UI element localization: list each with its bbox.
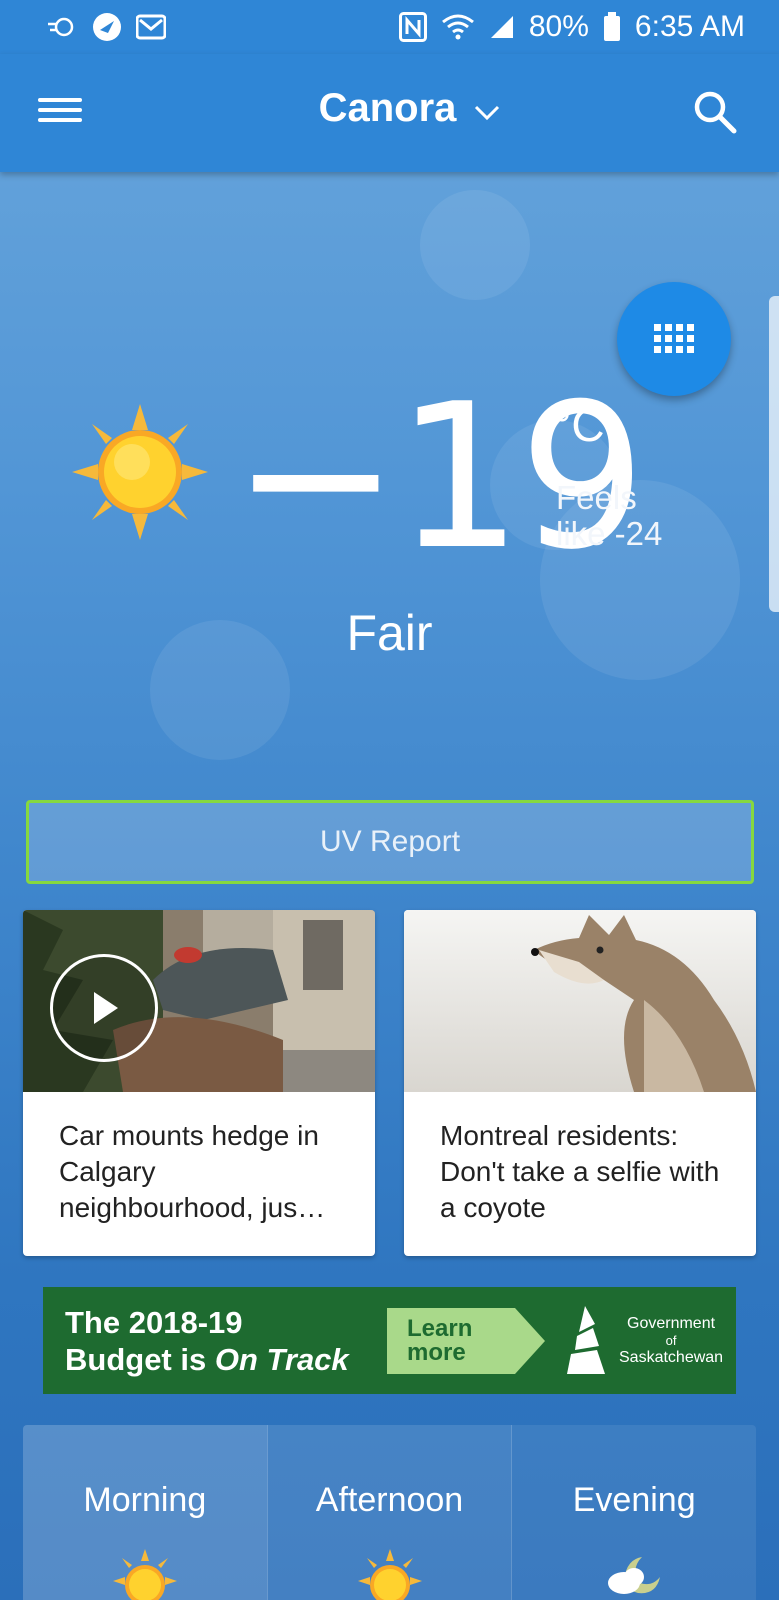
status-bar-right: 80% 6:35 AM [398,10,745,44]
play-video-button[interactable] [50,954,158,1062]
feels-like: Feels like -24 [556,480,662,552]
forecast-tabs: Morning Afternoon Evening [23,1425,756,1600]
nfc-icon [398,12,427,42]
sun-icon [72,404,208,540]
news-card[interactable]: Montreal residents: Don't take a selfie … [404,910,756,1256]
uv-report-button[interactable]: UV Report [26,800,754,884]
feels-like-line1: Feels [556,479,637,516]
uv-report-label: UV Report [319,825,461,858]
ad-gov-line1: Government [627,1314,716,1332]
sync-cloud-icon [46,12,78,42]
signal-icon [489,12,515,42]
ad-headline: The 2018-19 Budget is On Track [43,1304,373,1378]
feels-like-line2: like -24 [556,515,663,552]
sun-icon [112,1549,177,1600]
search-icon [694,91,737,134]
status-bar: 80% 6:35 AM [0,0,779,54]
battery-icon [603,12,621,42]
forecast-evening[interactable]: Evening [511,1425,756,1600]
ad-line2-start: Budget is [65,1341,215,1377]
news-title: Montreal residents: Don't take a selfie … [440,1120,720,1223]
news-thumbnail [23,910,375,1092]
ad-line1: The 2018-19 [65,1304,243,1340]
ad-line2-emphasis: On Track [214,1341,349,1377]
ad-button-line1: Learn [407,1314,473,1342]
wifi-icon [441,12,475,42]
ad-gov-line3: Saskatchewan [619,1348,724,1366]
scroll-handle[interactable] [769,296,779,612]
navigation-icon [92,12,122,42]
location-selector[interactable]: Canora [0,86,779,131]
ad-button-line2: more [407,1338,466,1366]
news-card[interactable]: Car mounts hedge in Calgary neighbourhoo… [23,910,375,1256]
ad-sponsor: Government of Saskatchewan [565,1305,723,1376]
sun-icon [357,1549,422,1600]
forecast-afternoon[interactable]: Afternoon [266,1425,512,1600]
partly-cloudy-night-icon [602,1549,666,1600]
search-button[interactable] [693,90,737,134]
ad-sponsor-text: Government of Saskatchewan [619,1314,723,1368]
temperature-unit: °C [553,399,605,451]
current-condition: Fair [346,605,433,661]
city-name: Canora [318,86,457,130]
news-title: Car mounts hedge in Calgary neighbourhoo… [59,1120,326,1223]
status-bar-left [46,12,166,42]
forecast-morning[interactable]: Morning [23,1425,267,1600]
bokeh-light [420,190,530,300]
app-bar: Canora [0,54,779,172]
ad-banner[interactable]: The 2018-19 Budget is On Track Learn mor… [43,1287,736,1394]
chevron-down-icon [474,86,500,131]
ad-learn-more-button[interactable]: Learn more [387,1307,545,1374]
play-icon [94,992,118,1024]
forecast-label: Morning [83,1481,207,1519]
gmail-icon [136,12,166,42]
forecast-label: Afternoon [315,1481,464,1519]
status-time: 6:35 AM [634,10,745,43]
forecast-label: Evening [572,1481,696,1519]
battery-percent: 80% [528,10,589,43]
news-thumbnail [404,910,756,1092]
saskatchewan-logo-icon [567,1305,605,1374]
ad-line2: Budget is On Track [65,1341,373,1378]
ad-gov-line2: of [665,1332,677,1348]
grid-icon [654,324,694,353]
